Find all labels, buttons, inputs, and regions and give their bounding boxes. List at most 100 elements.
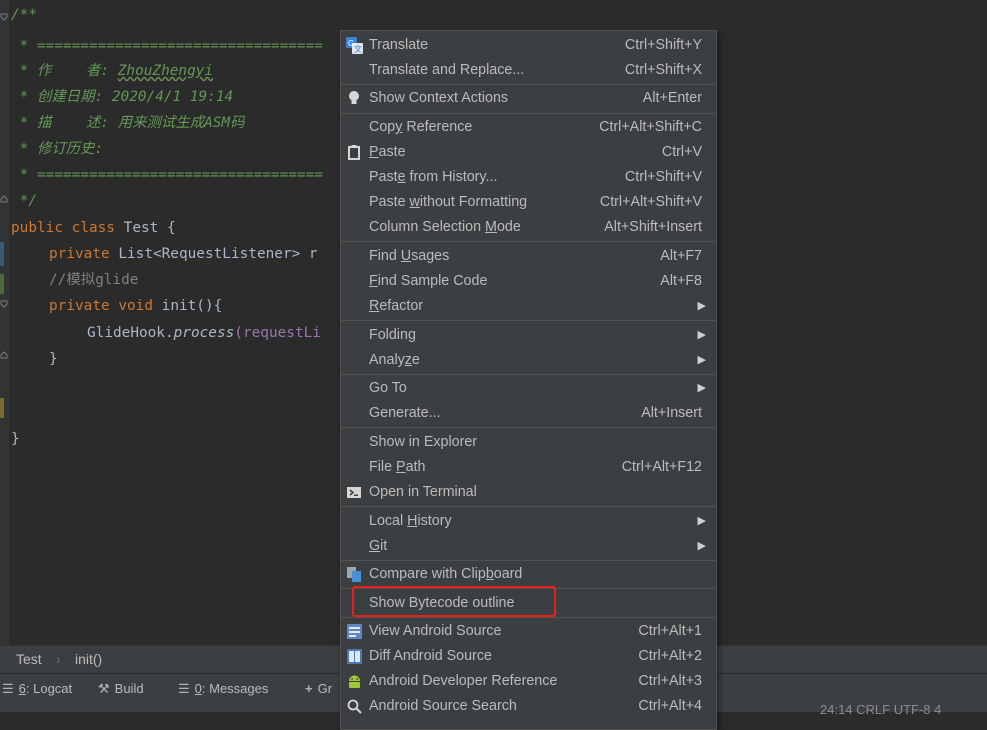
breadcrumb-class[interactable]: Test <box>16 651 42 667</box>
code-line: private void init(){ <box>49 298 223 314</box>
add-icon: + <box>305 681 313 696</box>
menu-item-folding[interactable]: Folding ▶ <box>341 323 716 348</box>
diff-icon <box>346 648 363 665</box>
menu-item-diff-android-source[interactable]: Diff Android Source Ctrl+Alt+2 <box>341 644 716 669</box>
tool-window-messages[interactable]: ☰ 0: Messages <box>178 680 268 698</box>
menu-item-show-in-explorer[interactable]: Show in Explorer <box>341 430 716 455</box>
menu-separator <box>341 113 716 114</box>
menu-item-label: Find Sample Code <box>369 273 488 289</box>
menu-item-android-source-search[interactable]: Android Source Search Ctrl+Alt+4 <box>341 694 716 719</box>
menu-item-shortcut: Alt+Enter <box>642 90 702 106</box>
menu-item-label: Column Selection Mode <box>369 219 521 235</box>
change-marker <box>0 398 4 418</box>
paste-icon <box>346 144 363 161</box>
menu-item-go-to[interactable]: Go To ▶ <box>341 376 716 401</box>
menu-item-shortcut: Ctrl+Alt+3 <box>638 673 702 689</box>
code-line: //模拟glide <box>49 272 139 288</box>
menu-item-label: Copy Reference <box>369 119 473 135</box>
menu-separator <box>341 320 716 321</box>
code-line: * 描 述: 用来测试生成ASM码 <box>11 115 245 131</box>
menu-separator <box>341 427 716 428</box>
menu-separator <box>341 617 716 618</box>
menu-separator <box>341 506 716 507</box>
svg-text:文: 文 <box>354 44 362 54</box>
menu-item-open-in-terminal[interactable]: Open in Terminal <box>341 480 716 505</box>
breadcrumb-method[interactable]: init() <box>75 651 102 667</box>
menu-item-label: Generate... <box>369 405 441 421</box>
menu-item-paste[interactable]: Paste Ctrl+V <box>341 140 716 165</box>
menu-item-label: Show Bytecode outline <box>369 595 515 611</box>
menu-item-column-selection-mode[interactable]: Column Selection Mode Alt+Shift+Insert <box>341 215 716 240</box>
fold-marker-icon[interactable] <box>0 195 8 203</box>
menu-separator <box>341 374 716 375</box>
build-icon: ⚒ <box>98 681 110 696</box>
menu-item-paste-without-formatting[interactable]: Paste without Formatting Ctrl+Alt+Shift+… <box>341 190 716 215</box>
menu-item-show-bytecode-outline[interactable]: Show Bytecode outline <box>341 591 716 616</box>
fold-marker-icon[interactable] <box>0 13 8 21</box>
menu-separator <box>341 241 716 242</box>
menu-item-shortcut: Alt+Shift+Insert <box>604 219 702 235</box>
menu-item-shortcut: Ctrl+Alt+1 <box>638 623 702 639</box>
search-icon <box>346 698 363 715</box>
author-name: ZhouZhengyi <box>117 63 214 79</box>
code-line: * 作 者: ZhouZhengyi <box>11 63 214 79</box>
code-line: * ================================= <box>11 38 323 54</box>
menu-item-label: Folding <box>369 327 416 343</box>
menu-item-shortcut: Ctrl+V <box>661 144 702 160</box>
menu-item-local-history[interactable]: Local History ▶ <box>341 509 716 534</box>
menu-item-label: Android Source Search <box>369 698 517 714</box>
menu-item-compare-with-clipboard[interactable]: Compare with Clipboard <box>341 562 716 587</box>
menu-item-label: File Path <box>369 459 426 475</box>
menu-item-translate-and-replace[interactable]: Translate and Replace... Ctrl+Shift+X <box>341 58 716 83</box>
menu-item-label: Local History <box>369 513 452 529</box>
code-line: * ================================= <box>11 167 323 183</box>
editor-gutter <box>0 0 9 645</box>
breadcrumb-separator: › <box>56 651 61 667</box>
status-info[interactable]: 24:14 CRLF UTF-8 4 <box>820 702 941 717</box>
menu-item-view-android-source[interactable]: View Android Source Ctrl+Alt+1 <box>341 619 716 644</box>
menu-item-shortcut: Ctrl+Alt+2 <box>638 648 702 664</box>
compare-icon <box>346 566 363 583</box>
tool-window-build[interactable]: ⚒ Build <box>98 680 144 698</box>
menu-item-shortcut: Ctrl+Shift+Y <box>624 37 702 53</box>
menu-item-shortcut: Ctrl+Shift+X <box>624 62 702 78</box>
change-marker <box>0 242 4 266</box>
fold-marker-icon[interactable] <box>0 351 8 359</box>
menu-item-generate[interactable]: Generate... Alt+Insert <box>341 401 716 426</box>
menu-item-label: Paste from History... <box>369 169 498 185</box>
code-line: } <box>11 431 20 447</box>
menu-item-label: Show in Explorer <box>369 434 478 450</box>
menu-item-paste-from-history[interactable]: Paste from History... Ctrl+Shift+V <box>341 165 716 190</box>
code-line: * 创建日期: 2020/4/1 19:14 <box>11 89 234 105</box>
messages-icon: ☰ <box>178 681 190 696</box>
code-line: * 修订历史: <box>11 141 104 157</box>
menu-item-refactor[interactable]: Refactor ▶ <box>341 294 716 319</box>
menu-separator <box>341 560 716 561</box>
submenu-arrow-icon: ▶ <box>697 540 706 552</box>
menu-separator <box>341 84 716 85</box>
menu-item-git[interactable]: Git ▶ <box>341 534 716 559</box>
fold-marker-icon[interactable] <box>0 300 8 308</box>
menu-item-shortcut: Ctrl+Shift+V <box>624 169 702 185</box>
menu-item-label: Diff Android Source <box>369 648 492 664</box>
tool-window-logcat[interactable]: ☰ 6: Logcat <box>2 680 72 698</box>
menu-item-translate[interactable]: G文 Translate Ctrl+Shift+Y <box>341 33 716 58</box>
logcat-icon: ☰ <box>2 681 14 696</box>
menu-item-shortcut: Ctrl+Alt+4 <box>638 698 702 714</box>
menu-item-label: Refactor <box>369 298 424 314</box>
menu-item-shortcut: Ctrl+Alt+Shift+C <box>599 119 702 135</box>
menu-item-android-developer-reference[interactable]: Android Developer Reference Ctrl+Alt+3 <box>341 669 716 694</box>
menu-item-copy-reference[interactable]: Copy Reference Ctrl+Alt+Shift+C <box>341 115 716 140</box>
menu-item-label: Find Usages <box>369 248 450 264</box>
menu-item-label: Translate <box>369 37 429 53</box>
menu-item-show-context-actions[interactable]: Show Context Actions Alt+Enter <box>341 86 716 111</box>
menu-item-find-usages[interactable]: Find Usages Alt+F7 <box>341 244 716 269</box>
menu-item-find-sample-code[interactable]: Find Sample Code Alt+F8 <box>341 269 716 294</box>
menu-item-analyze[interactable]: Analyze ▶ <box>341 348 716 373</box>
tool-window-gradle[interactable]: + Gr <box>305 680 332 698</box>
menu-item-file-path[interactable]: File Path Ctrl+Alt+F12 <box>341 455 716 480</box>
translate-icon: G文 <box>346 37 363 54</box>
menu-item-label: Analyze <box>369 352 420 368</box>
menu-item-shortcut: Alt+Insert <box>641 405 702 421</box>
android-icon <box>346 673 363 690</box>
